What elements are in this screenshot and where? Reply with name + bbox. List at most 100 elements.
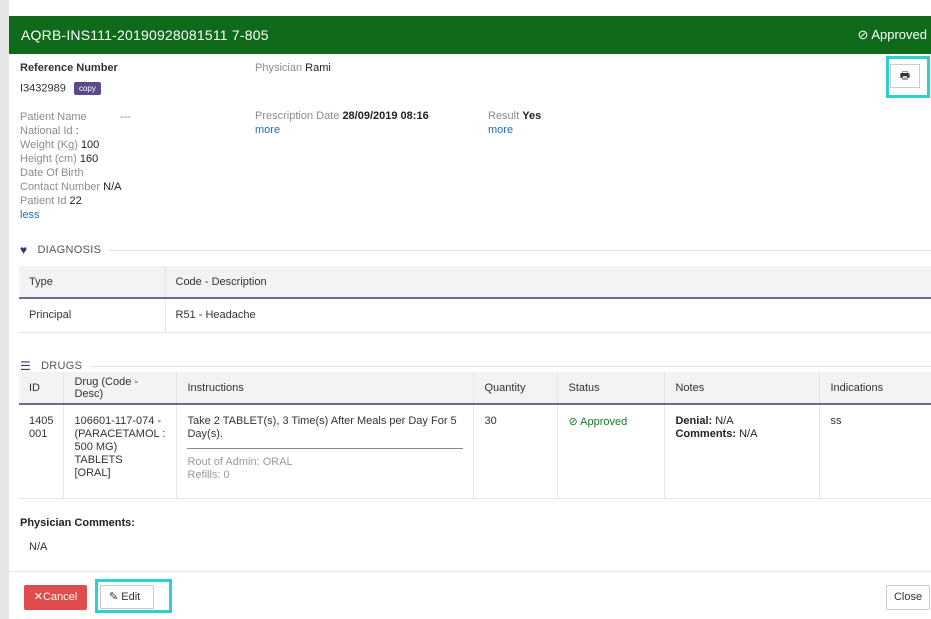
physician-label: Physician <box>255 62 303 74</box>
reference-number: I3432989 copy <box>20 82 101 95</box>
denial-value: N/A <box>715 415 734 427</box>
pencil-icon: ✎ <box>109 591 119 603</box>
drug-notes-cell: Denial: N/A Comments: N/A <box>664 404 820 499</box>
diagnosis-type-cell: Principal <box>19 298 165 333</box>
date-of-birth: Date Of Birth <box>20 167 84 179</box>
close-button[interactable]: Close <box>886 585 930 610</box>
drug-quantity-cell: 30 <box>473 404 558 499</box>
drugs-title: DRUGS <box>41 360 83 372</box>
print-button[interactable]: 🖶 <box>890 64 920 88</box>
result-more-link[interactable]: more <box>488 124 513 136</box>
national-id-value: : <box>75 125 79 137</box>
physician: Physician Rami <box>255 62 331 74</box>
table-row: Principal R51 - Headache <box>19 298 931 333</box>
drugs-col-id: ID <box>19 372 64 405</box>
patient-id-label: Patient Id <box>20 195 67 207</box>
comments-value: N/A <box>739 428 758 440</box>
drug-id-line: 001 <box>29 428 48 440</box>
header-status-label: Approved <box>871 27 927 42</box>
height-label: Height (cm) <box>20 153 77 165</box>
edit-label: Edit <box>121 591 141 603</box>
prescription-date: Prescription Date 28/09/2019 08:16 <box>255 110 429 122</box>
national-id: National Id : <box>20 125 79 137</box>
instructions-divider <box>187 448 464 449</box>
prescription-modal: AQRB-INS111-20190928081511 7-805 ⊘ Approv… <box>9 0 931 619</box>
prescription-date-label: Prescription Date <box>255 110 340 122</box>
dob-label: Date Of Birth <box>20 167 84 179</box>
footer-divider <box>9 571 931 572</box>
prescription-date-value: 28/09/2019 08:16 <box>342 110 429 122</box>
diagnosis-divider <box>109 249 931 251</box>
diagnosis-section-title: ♥ DIAGNOSIS <box>20 243 931 257</box>
physician-comments-label: Physician Comments: <box>20 517 135 529</box>
copy-button[interactable]: copy <box>73 82 101 95</box>
drug-status-label: Approved <box>580 416 628 428</box>
table-row: 1405 001 106601-117-074 - (PARACETAMOL :… <box>19 404 931 499</box>
drugs-col-quantity: Quantity <box>473 372 558 405</box>
check-circle-icon: ⊘ <box>568 416 578 428</box>
modal-title: AQRB-INS111-20190928081511 7-805 <box>21 27 269 43</box>
weight-label: Weight (Kg) <box>20 139 78 151</box>
reference-number-label: Reference Number <box>20 62 118 74</box>
close-icon: ✕ <box>33 591 43 603</box>
comments-note: Comments: N/A <box>675 428 809 441</box>
printer-icon: 🖶 <box>899 70 911 82</box>
instructions-line: Day(s). <box>187 428 223 440</box>
denial-note: Denial: N/A <box>675 415 809 428</box>
diagnosis-code-cell: R51 - Headache <box>164 298 931 333</box>
route-of-admin: Rout of Admin: ORAL <box>187 456 293 468</box>
drug-indications-cell: ss <box>819 404 931 499</box>
drugs-col-notes: Notes <box>664 372 820 405</box>
diagnosis-col-code: Code - Description <box>164 266 931 299</box>
drug-id-line: 1405 <box>29 415 54 427</box>
result-value: Yes <box>522 110 542 122</box>
drugs-col-drug: Drug (Code - Desc) <box>63 372 177 405</box>
weight: Weight (Kg) 100 <box>20 139 99 151</box>
contact-number: Contact Number N/A <box>20 181 122 193</box>
drug-desc-line: 500 MG) TABLETS <box>74 441 123 466</box>
refills: Refills: 0 <box>187 469 230 481</box>
drug-desc-line: 106601-117-074 - <box>74 415 162 427</box>
diagnosis-header-row: Type Code - Description <box>19 266 931 299</box>
national-id-label: National Id <box>20 125 73 137</box>
cancel-button[interactable]: ✕Cancel <box>24 585 87 610</box>
diagnosis-col-type: Type <box>19 266 165 299</box>
check-circle-icon: ⊘ <box>857 27 869 42</box>
contact-label: Contact Number <box>20 181 101 193</box>
prescription-more-link[interactable]: more <box>255 124 280 136</box>
list-icon: ☰ <box>20 359 32 373</box>
edit-button[interactable]: ✎ Edit <box>100 585 154 609</box>
patient-name-value: --- <box>119 111 131 123</box>
result: Result Yes <box>488 110 541 122</box>
drug-desc-cell: 106601-117-074 - (PARACETAMOL : 500 MG) … <box>63 404 177 499</box>
denial-label: Denial: <box>675 415 713 427</box>
height-value: 160 <box>79 153 99 165</box>
drugs-table: ID Drug (Code - Desc) Instructions Quant… <box>19 372 931 499</box>
modal-header: AQRB-INS111-20190928081511 7-805 ⊘ Approv… <box>9 16 931 54</box>
patient-name-label: Patient Name <box>20 111 87 123</box>
drug-desc-line: (PARACETAMOL : <box>74 428 166 440</box>
physician-comments-value: N/A <box>29 541 48 553</box>
drug-id-cell: 1405 001 <box>19 404 64 499</box>
drugs-col-instructions: Instructions <box>176 372 474 405</box>
contact-value: N/A <box>103 181 122 193</box>
page-edge <box>0 0 9 619</box>
comments-label: Comments: <box>675 428 736 440</box>
instructions-line: Take 2 TABLET(s), 3 Time(s) After Meals … <box>187 415 457 427</box>
result-label: Result <box>488 110 520 122</box>
diagnosis-title: DIAGNOSIS <box>37 244 102 256</box>
drug-instructions-cell: Take 2 TABLET(s), 3 Time(s) After Meals … <box>176 404 474 499</box>
weight-value: 100 <box>80 139 100 151</box>
drugs-col-status: Status <box>557 372 665 405</box>
drugs-section-title: ☰ DRUGS <box>20 359 931 373</box>
drugs-divider <box>90 365 931 367</box>
drug-status-cell: ⊘ Approved <box>557 404 665 499</box>
less-link[interactable]: less <box>20 209 40 221</box>
diagnosis-table: Type Code - Description Principal R51 - … <box>19 266 931 333</box>
reference-number-value: I3432989 <box>20 82 66 95</box>
patient-name: Patient Name --- <box>20 111 131 123</box>
patient-id-value: 22 <box>69 195 82 207</box>
header-status: ⊘ Approved <box>857 27 927 43</box>
height: Height (cm) 160 <box>20 153 98 165</box>
drug-desc-line: [ORAL] <box>74 467 111 479</box>
